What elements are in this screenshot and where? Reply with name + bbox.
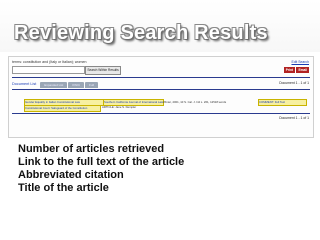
tab-document-list[interactable]: Document List xyxy=(12,80,39,88)
bullet-text: Number of articles retrieved xyxy=(18,142,165,155)
email-button[interactable]: Email xyxy=(296,67,309,73)
slide-title: Reviewing Search Results xyxy=(14,22,268,44)
tab-kwic[interactable]: KWIC xyxy=(68,82,85,88)
tab-full[interactable]: Full xyxy=(85,82,98,88)
bullet-item: Link to the full text of the article xyxy=(6,155,184,168)
document-count-bottom: Document 1 - 1 of 1 xyxy=(279,116,309,120)
header-divider xyxy=(12,77,310,78)
bullet-text: Title of the article xyxy=(18,181,109,194)
tabs-divider xyxy=(12,89,310,90)
result-citation: Winter, 2001, 10 S. Cal. J. Intl L. 261,… xyxy=(163,100,227,104)
search-within-input[interactable] xyxy=(12,66,85,74)
full-text-link[interactable]: COMMENT: Full Text xyxy=(258,99,307,106)
query-text: terms: constitution and (Italy or Italia… xyxy=(12,60,87,64)
result-row: Gender Equality in Italian Constitutiona… xyxy=(12,99,308,112)
bullet-item: Title of the article xyxy=(6,181,184,194)
result-author: ARTICLE: Jane S. Dempler xyxy=(102,105,137,109)
bullet-item: Abbreviated citation xyxy=(6,168,184,181)
search-results-screenshot: terms: constitution and (Italy or Italia… xyxy=(8,56,314,138)
title-band: Reviewing Search Results xyxy=(0,0,320,52)
bullet-text: Abbreviated citation xyxy=(18,168,124,181)
search-within-results-button[interactable]: Search Within Results xyxy=(85,66,121,75)
document-count-top: Document 1 - 1 of 1 xyxy=(279,81,309,85)
view-tabs: Document List Expanded List KWIC Full xyxy=(12,80,98,88)
bullet-list: Number of articles retrieved Link to the… xyxy=(6,142,184,194)
bullet-item: Number of articles retrieved xyxy=(6,142,184,155)
edit-search-link[interactable]: Edit Search xyxy=(291,60,309,64)
print-button[interactable]: Print xyxy=(283,67,295,73)
result-subtitle-link[interactable]: Constitutional Court: Safeguard of the C… xyxy=(24,105,101,112)
bullet-text: Link to the full text of the article xyxy=(18,155,185,168)
tab-expanded-list[interactable]: Expanded List xyxy=(40,82,68,88)
results-divider xyxy=(12,113,310,114)
